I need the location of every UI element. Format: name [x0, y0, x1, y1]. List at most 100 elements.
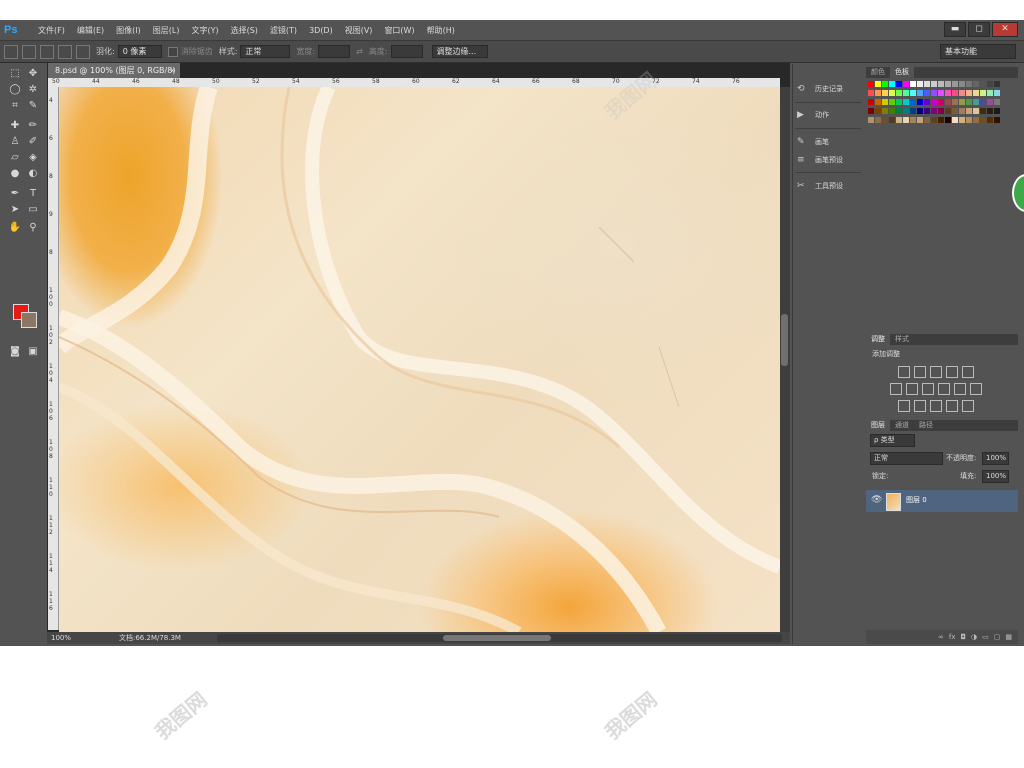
- color-swatch[interactable]: [966, 108, 972, 114]
- color-swatch[interactable]: [945, 108, 951, 114]
- layer-name[interactable]: 图层 0: [906, 495, 927, 505]
- color-swatch[interactable]: [868, 108, 874, 114]
- refine-edge-button[interactable]: 调整边缘...: [431, 45, 488, 58]
- color-swatch[interactable]: [966, 117, 972, 123]
- color-swatch[interactable]: [959, 90, 965, 96]
- document-tab[interactable]: 8.psd @ 100% (图层 0, RGB/8) ×: [48, 63, 180, 78]
- horizontal-scrollbar[interactable]: [217, 634, 782, 642]
- color-swatch[interactable]: [931, 99, 937, 105]
- color-swatch[interactable]: [966, 90, 972, 96]
- bucket-icon[interactable]: ◈: [26, 151, 40, 164]
- menu-window[interactable]: 窗口(W): [378, 25, 420, 36]
- menu-type[interactable]: 文字(Y): [185, 25, 224, 36]
- color-swatch[interactable]: [889, 117, 895, 123]
- style-select[interactable]: 正常: [240, 45, 291, 58]
- curves-icon[interactable]: [930, 366, 942, 378]
- add-selection-icon[interactable]: [40, 44, 54, 59]
- color-swatch[interactable]: [987, 108, 993, 114]
- close-icon[interactable]: ×: [169, 63, 176, 78]
- color-swatch[interactable]: [987, 90, 993, 96]
- color-swatch[interactable]: [917, 108, 923, 114]
- color-swatch[interactable]: [875, 90, 881, 96]
- color-swatch[interactable]: [896, 117, 902, 123]
- zoom-icon[interactable]: ⚲: [26, 221, 40, 234]
- color-swatch[interactable]: [896, 108, 902, 114]
- color-swatch[interactable]: [875, 99, 881, 105]
- antialias-control[interactable]: 消除锯齿: [167, 46, 213, 57]
- tab-layers[interactable]: 图层: [866, 420, 890, 431]
- magic-wand-icon[interactable]: ✲: [26, 83, 40, 96]
- eye-icon[interactable]: 👁: [871, 495, 882, 505]
- color-swatch[interactable]: [938, 81, 944, 87]
- lasso-icon[interactable]: ◯: [8, 83, 22, 96]
- color-swatch[interactable]: [945, 117, 951, 123]
- history-panel-button[interactable]: ⟲ 历史记录: [797, 81, 843, 97]
- color-swatch[interactable]: [952, 90, 958, 96]
- color-swatch[interactable]: [910, 81, 916, 87]
- menu-layer[interactable]: 图层(L): [147, 25, 186, 36]
- posterize-icon[interactable]: [914, 400, 926, 412]
- hand-icon[interactable]: ✋: [8, 221, 22, 234]
- swap-icon[interactable]: ⇄: [356, 47, 363, 56]
- intersect-selection-icon[interactable]: [76, 44, 90, 59]
- trash-icon[interactable]: ▦: [1005, 633, 1012, 641]
- color-swatch[interactable]: [952, 99, 958, 105]
- height-input[interactable]: [390, 45, 423, 58]
- minimize-button[interactable]: ▬: [944, 22, 966, 37]
- document-canvas[interactable]: [59, 87, 780, 632]
- width-input[interactable]: [318, 45, 351, 58]
- doc-size-info[interactable]: 文档:66.2M/78.3M: [119, 632, 181, 644]
- color-swatch[interactable]: [973, 99, 979, 105]
- layer-filter-select[interactable]: ρ 类型: [870, 434, 915, 447]
- color-swatch[interactable]: [889, 81, 895, 87]
- color-swatch[interactable]: [910, 90, 916, 96]
- levels-icon[interactable]: [914, 366, 926, 378]
- color-lookup-icon[interactable]: [970, 383, 982, 395]
- color-swatch[interactable]: [994, 108, 1000, 114]
- path-select-icon[interactable]: ➤: [8, 203, 22, 216]
- blur-icon[interactable]: ●: [8, 167, 22, 180]
- color-swatch[interactable]: [938, 108, 944, 114]
- swatches-grid[interactable]: [868, 81, 1008, 126]
- color-swatch[interactable]: [931, 90, 937, 96]
- marquee-icon[interactable]: ⬚: [8, 67, 22, 80]
- color-swatch[interactable]: [868, 90, 874, 96]
- color-swatch[interactable]: [903, 117, 909, 123]
- background-color-swatch[interactable]: [21, 312, 37, 328]
- color-swatch[interactable]: [910, 108, 916, 114]
- color-swatch[interactable]: [924, 99, 930, 105]
- dodge-icon[interactable]: ◐: [26, 167, 40, 180]
- color-swatch[interactable]: [875, 108, 881, 114]
- tab-swatches[interactable]: 色板: [890, 67, 914, 78]
- color-swatch[interactable]: [896, 81, 902, 87]
- folder-icon[interactable]: ▭: [982, 633, 989, 641]
- color-swatch[interactable]: [924, 81, 930, 87]
- close-button[interactable]: ✕: [992, 22, 1018, 37]
- color-swatch[interactable]: [994, 117, 1000, 123]
- tab-color[interactable]: 颜色: [866, 67, 890, 78]
- menu-edit[interactable]: 编辑(E): [71, 25, 110, 36]
- balance-icon[interactable]: [906, 383, 918, 395]
- color-swatch[interactable]: [868, 99, 874, 105]
- menu-help[interactable]: 帮助(H): [421, 25, 461, 36]
- color-swatch[interactable]: [980, 117, 986, 123]
- history-brush-icon[interactable]: ✐: [26, 135, 40, 148]
- color-swatch[interactable]: [882, 99, 888, 105]
- color-swatch[interactable]: [959, 108, 965, 114]
- color-swatch[interactable]: [945, 81, 951, 87]
- adjustment-layer-icon[interactable]: ◑: [971, 633, 977, 641]
- color-swatch[interactable]: [889, 90, 895, 96]
- exposure-icon[interactable]: [946, 366, 958, 378]
- color-swatch[interactable]: [868, 117, 874, 123]
- move-icon[interactable]: ✥: [26, 67, 40, 80]
- color-swatch[interactable]: [973, 81, 979, 87]
- color-swatch[interactable]: [917, 117, 923, 123]
- color-swatch[interactable]: [882, 108, 888, 114]
- color-swatch[interactable]: [910, 99, 916, 105]
- blend-mode-select[interactable]: 正常: [870, 452, 943, 465]
- new-layer-icon[interactable]: ▢: [994, 633, 1001, 641]
- color-swatch[interactable]: [952, 108, 958, 114]
- color-swatch[interactable]: [889, 99, 895, 105]
- color-swatch[interactable]: [931, 81, 937, 87]
- gradient-map-icon[interactable]: [946, 400, 958, 412]
